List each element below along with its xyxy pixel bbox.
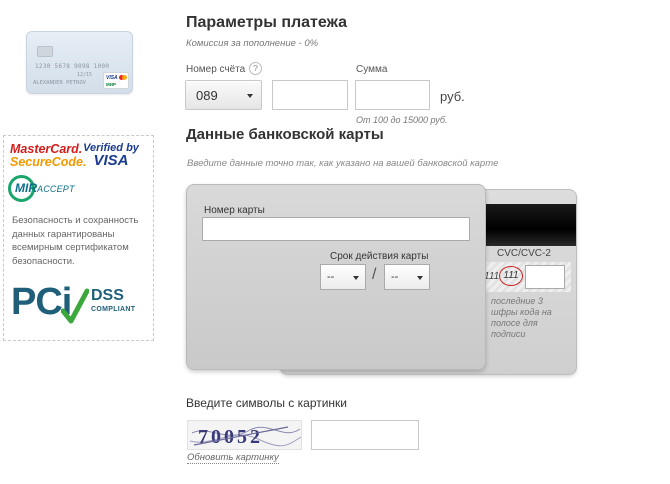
expiry-label: Срок действия карты bbox=[330, 251, 429, 262]
security-description: Безопасность и сохранность данных гарант… bbox=[12, 215, 139, 267]
visa-text: VISA bbox=[93, 152, 129, 169]
captcha-graphic: 70052 bbox=[189, 426, 301, 448]
expiry-separator: / bbox=[372, 266, 377, 283]
signature-sample-digits: 111 bbox=[484, 271, 500, 282]
sample-card-number: 1230 5678 9098 1000 bbox=[35, 63, 110, 70]
payment-params-title: Параметры платежа bbox=[186, 14, 347, 31]
dss-text: DSS bbox=[91, 287, 124, 304]
checkmark-icon bbox=[61, 288, 89, 324]
fee-note: Комиссия за пополнение - 0% bbox=[186, 38, 319, 49]
chevron-down-icon bbox=[353, 276, 359, 280]
sample-card-holder: ALEXANDER PETROV bbox=[33, 80, 86, 86]
bank-card-title: Данные банковской карты bbox=[186, 126, 384, 143]
mir-accept-logo: MIRACCEPT bbox=[8, 175, 86, 202]
sample-card-valid: 12/15 bbox=[77, 72, 93, 78]
refresh-captcha-link[interactable]: Обновить картинку bbox=[187, 452, 279, 464]
mastercard-circle-icon bbox=[122, 75, 127, 80]
cvc-input[interactable] bbox=[525, 265, 565, 289]
expiry-month-select[interactable]: -- bbox=[320, 264, 366, 290]
mir-logo-text: МИР bbox=[106, 82, 116, 87]
phone-number-input[interactable] bbox=[272, 80, 348, 110]
expiry-year-select[interactable]: -- bbox=[384, 264, 430, 290]
bank-card-hint: Введите данные точно так, как указано на… bbox=[187, 158, 499, 169]
captcha-input[interactable] bbox=[311, 420, 419, 450]
account-number-label: Номер счёта bbox=[186, 64, 246, 75]
mir-accept-text: MIRACCEPT bbox=[15, 181, 75, 195]
cvc-description: последние 3 шфры кода на полосе для подп… bbox=[491, 296, 552, 339]
mir-text: MIR bbox=[15, 181, 37, 195]
accept-text: ACCEPT bbox=[37, 184, 75, 194]
card-chip-icon bbox=[37, 46, 53, 57]
currency-label: руб. bbox=[440, 89, 465, 104]
chevron-down-icon bbox=[247, 94, 253, 98]
captcha-text: 70052 bbox=[198, 426, 263, 448]
expiry-year-value: -- bbox=[391, 271, 399, 283]
expiry-month-value: -- bbox=[327, 271, 335, 283]
mastercard-securecode-logo: MasterCard. SecureCode. bbox=[10, 143, 87, 169]
sum-range-hint: От 100 до 15000 руб. bbox=[356, 115, 448, 125]
card-number-input[interactable] bbox=[202, 217, 470, 241]
cvc-highlight-circle: 111 bbox=[499, 266, 523, 286]
verified-by-visa-logo: Verified by VISA bbox=[82, 142, 140, 168]
chevron-down-icon bbox=[417, 276, 423, 280]
cvc-title: CVC/CVC-2 bbox=[497, 248, 551, 259]
mastercard-logo-line2: SecureCode. bbox=[10, 155, 87, 169]
captcha-label: Введите символы с картинки bbox=[186, 396, 348, 410]
operator-prefix-select[interactable]: 089 bbox=[185, 80, 262, 110]
visa-logo-text: VISA bbox=[106, 75, 118, 81]
cvc-highlight-digits: 111 bbox=[503, 270, 519, 281]
sample-card-image: 1230 5678 9098 1000 12/15 ALEXANDER PETR… bbox=[26, 31, 133, 94]
compliant-text: COMPLIANT bbox=[91, 306, 136, 313]
help-icon[interactable]: ? bbox=[249, 62, 262, 75]
prefix-value: 089 bbox=[196, 88, 218, 103]
sum-label: Сумма bbox=[356, 64, 388, 75]
card-brands-badge: VISA МИР bbox=[103, 72, 129, 89]
card-number-label: Номер карты bbox=[204, 205, 265, 216]
pci-dss-logo: PCi DSS COMPLIANT bbox=[11, 281, 139, 331]
sum-input[interactable] bbox=[355, 80, 430, 110]
captcha-image: 70052 bbox=[187, 420, 302, 450]
